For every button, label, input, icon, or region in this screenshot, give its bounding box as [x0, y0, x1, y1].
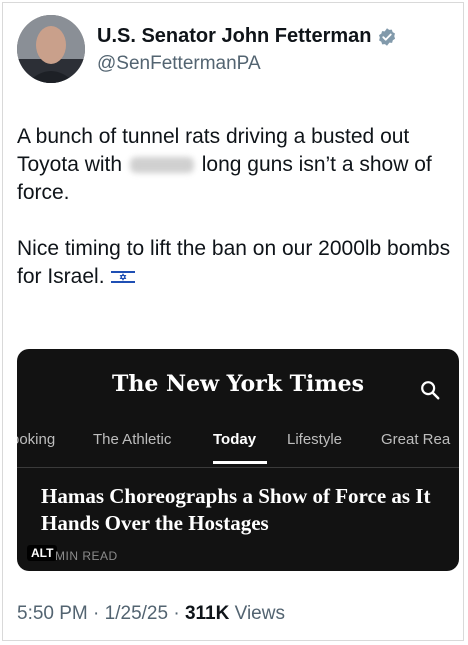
- active-tab-indicator: [213, 461, 267, 464]
- meta-separator-2: ·: [173, 603, 180, 624]
- alt-badge[interactable]: ALT: [27, 545, 58, 561]
- nav-item-lifestyle: Lifestyle: [287, 431, 343, 448]
- tweet-date[interactable]: 1/25/25: [105, 603, 168, 624]
- display-name[interactable]: U.S. Senator John Fetterman: [97, 25, 372, 48]
- read-time: MIN READ: [55, 549, 118, 563]
- nav-divider: [17, 467, 459, 468]
- nav-item-today: Today: [213, 431, 257, 448]
- israel-flag-icon: [110, 269, 135, 286]
- article-headline: Hamas Choreographs a Show of Force as It…: [41, 484, 431, 535]
- tweet-screenshot: U.S. Senator John Fetterman @SenFetterma…: [2, 2, 464, 641]
- tweet-text-part-3: Nice timing to lift the ban on our 2000l…: [17, 237, 451, 288]
- nyt-masthead: The New York Times: [111, 371, 365, 397]
- tweet-text: A bunch of tunnel rats driving a busted …: [17, 123, 457, 291]
- section-nav: ooking The Athletic Today Lifestyle Grea…: [17, 427, 459, 457]
- embedded-image-card[interactable]: The New York Times ooking The Athletic T…: [17, 349, 459, 571]
- meta-separator-1: ·: [93, 603, 100, 624]
- tweet-time[interactable]: 5:50 PM: [17, 603, 88, 624]
- nav-item-great-reads: Great Rea: [381, 431, 451, 448]
- user-handle[interactable]: @SenFettermanPA: [97, 53, 261, 75]
- views-count: 311K: [184, 603, 230, 624]
- avatar-image: [17, 15, 85, 83]
- redacted-word: [129, 157, 194, 174]
- search-icon: [421, 381, 440, 400]
- nav-item-the-athletic: The Athletic: [93, 431, 172, 448]
- tweet-paragraph-2: Nice timing to lift the ban on our 2000l…: [17, 235, 457, 291]
- name-row: U.S. Senator John Fetterman: [97, 25, 397, 48]
- tweet-paragraph-1: A bunch of tunnel rats driving a busted …: [17, 123, 457, 207]
- avatar[interactable]: [17, 15, 85, 83]
- views-label: Views: [234, 603, 285, 624]
- tweet-header: U.S. Senator John Fetterman @SenFetterma…: [17, 15, 457, 85]
- verified-badge-icon: [378, 27, 395, 46]
- tweet-metadata: 5:50 PM · 1/25/25 · 311K Views: [17, 603, 285, 625]
- nav-item-cooking: ooking: [17, 431, 56, 448]
